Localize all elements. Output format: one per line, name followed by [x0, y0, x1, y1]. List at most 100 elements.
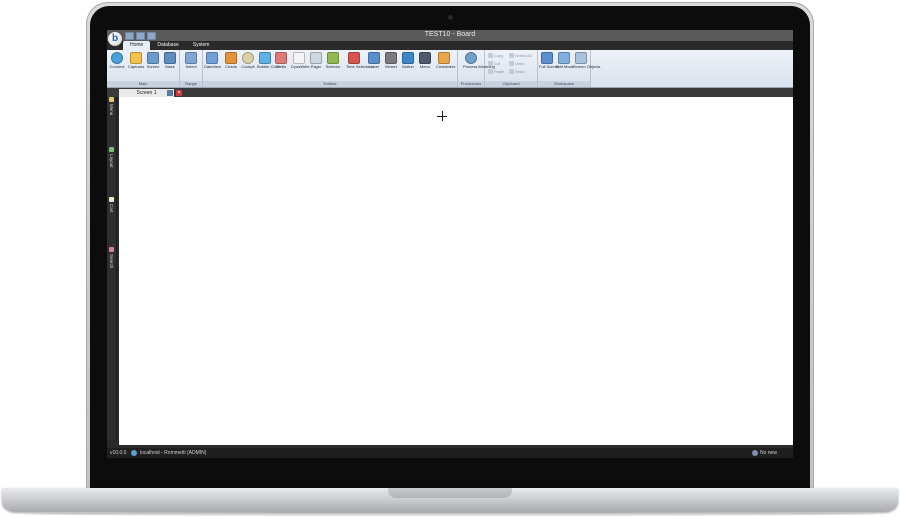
- button-button[interactable]: Button: [400, 52, 416, 69]
- calendar-icon: [348, 52, 360, 64]
- table-icon: [206, 52, 218, 64]
- version-label: v10.0.0: [110, 450, 127, 456]
- menu-icon: [419, 52, 431, 64]
- label-button[interactable]: Label: [366, 52, 382, 69]
- sidebar-item-search[interactable]: Search: [107, 247, 116, 268]
- left-sidebar: Menu Layout Cart Search: [107, 97, 117, 440]
- bubble-chart-icon: [259, 52, 271, 64]
- group-label-clipboard: Clipboard: [485, 81, 537, 87]
- laptop-shadow: [24, 512, 876, 516]
- select-button[interactable]: Select: [183, 52, 199, 69]
- charts-button[interactable]: Charts: [223, 52, 239, 69]
- tab-screen-1[interactable]: Screen 1: [119, 89, 174, 97]
- bar-chart-icon: [225, 52, 237, 64]
- pager-button[interactable]: Pager: [308, 52, 324, 69]
- dynawrite-button[interactable]: DynaWrite: [291, 52, 310, 69]
- full-screen-button[interactable]: Full Screen: [539, 52, 559, 69]
- containers-icon: [438, 52, 450, 64]
- ribbon-group-workspace: Full Screen Edit Mode Screen Objects Wor…: [538, 50, 600, 87]
- ribbon: Connect Captures Screen Mask Main Select…: [107, 50, 793, 88]
- select-all-icon: [509, 53, 514, 58]
- tab-database[interactable]: Database: [150, 41, 185, 50]
- title-bar: TEST10 - Board: [107, 30, 793, 41]
- qat-save-icon[interactable]: [125, 32, 134, 40]
- select-all-button[interactable]: Select All: [509, 53, 531, 58]
- ribbon-group-procedures: Process Modeling Procedures: [458, 50, 495, 87]
- undo-icon: [509, 61, 514, 66]
- pager-icon: [310, 52, 322, 64]
- label-icon: [368, 52, 380, 64]
- selector-icon: [327, 52, 339, 64]
- server-icon: [131, 450, 137, 456]
- search-side-icon: [109, 247, 114, 252]
- captures-button[interactable]: Captures: [128, 52, 144, 69]
- server-label: localhost - Rommetti (ADMIN): [140, 450, 207, 456]
- viewer-icon: [385, 52, 397, 64]
- sidebar-item-layout[interactable]: Layout: [107, 147, 116, 168]
- quick-access-toolbar: [125, 32, 156, 40]
- ribbon-group-clipboard: Copy Cut Paste Select All Undo Redo Clip…: [485, 50, 538, 87]
- copy-button[interactable]: Copy: [488, 53, 503, 58]
- scissors-icon: [488, 61, 493, 66]
- folder-icon: [130, 52, 142, 64]
- paste-button[interactable]: Paste: [488, 69, 504, 74]
- status-bar: v10.0.0 localhost - Rommetti (ADMIN) No …: [107, 448, 793, 458]
- gauge-icon: [242, 52, 254, 64]
- screen-icon: [147, 52, 159, 64]
- layout-side-icon: [109, 147, 114, 152]
- group-label-main: Main: [107, 81, 179, 87]
- edit-mode-icon: [558, 52, 570, 64]
- cut-button[interactable]: Cut: [488, 61, 500, 66]
- time-selectors-button[interactable]: Time Selectors: [346, 52, 373, 69]
- selector-button[interactable]: Selector: [325, 52, 341, 69]
- sidebar-item-cart[interactable]: Cart: [107, 197, 116, 213]
- group-label-entities: Entities: [203, 81, 457, 87]
- connect-button[interactable]: Connect: [109, 52, 125, 69]
- laptop-notch: [388, 488, 512, 498]
- viewer-button[interactable]: Viewer: [383, 52, 399, 69]
- group-label-range: Range: [180, 81, 202, 87]
- ribbon-group-entities: DataView Charts Cockpit Bubble Chart Tre…: [203, 50, 458, 87]
- cart-side-icon: [109, 197, 114, 202]
- bubble-chart-button[interactable]: Bubble Chart: [257, 52, 280, 69]
- tab-system[interactable]: System: [186, 41, 217, 50]
- sidebar-item-menu[interactable]: Menu: [107, 97, 116, 115]
- save-icon[interactable]: [167, 90, 173, 96]
- screen-button[interactable]: Screen: [145, 52, 161, 69]
- edit-mode-button[interactable]: Edit Mode: [556, 52, 574, 69]
- messages-label: No new message: [760, 450, 777, 456]
- menu-side-icon: [109, 97, 114, 102]
- redo-button[interactable]: Redo: [509, 69, 525, 74]
- redo-icon: [509, 69, 514, 74]
- group-label-workspace: Workspace: [538, 81, 590, 87]
- copy-icon: [488, 53, 493, 58]
- ribbon-group-main: Connect Captures Screen Mask Main: [107, 50, 180, 87]
- screen-canvas[interactable]: [119, 97, 793, 445]
- qat-undo-icon[interactable]: [136, 32, 145, 40]
- select-icon: [185, 52, 197, 64]
- tab-home[interactable]: Home: [123, 41, 151, 50]
- camera-icon: [448, 15, 453, 20]
- cockpit-button[interactable]: Cockpit: [240, 52, 256, 69]
- info-icon[interactable]: [752, 450, 758, 456]
- ribbon-group-range: Select Range: [180, 50, 203, 87]
- paste-icon: [488, 69, 493, 74]
- app-logo-icon[interactable]: b: [108, 32, 122, 46]
- close-icon[interactable]: ×: [176, 90, 182, 96]
- button-icon: [402, 52, 414, 64]
- ribbon-tabs: Home Database System: [123, 41, 216, 50]
- mask-button[interactable]: Mask: [162, 52, 178, 69]
- trellis-button[interactable]: Trellis: [273, 52, 289, 69]
- process-modeling-button[interactable]: Process Modeling: [463, 52, 495, 69]
- undo-button[interactable]: Undo: [509, 61, 525, 66]
- crosshair-cursor-icon: [437, 111, 447, 121]
- menu-button[interactable]: Menu: [417, 52, 433, 69]
- trellis-icon: [275, 52, 287, 64]
- globe-icon: [111, 52, 123, 64]
- containers-button[interactable]: Containers: [436, 52, 455, 69]
- document-tab-bar: [107, 88, 793, 97]
- dataview-button[interactable]: DataView: [204, 52, 221, 69]
- qat-redo-icon[interactable]: [147, 32, 156, 40]
- screen-objects-button[interactable]: Screen Objects: [573, 52, 600, 69]
- mask-icon: [164, 52, 176, 64]
